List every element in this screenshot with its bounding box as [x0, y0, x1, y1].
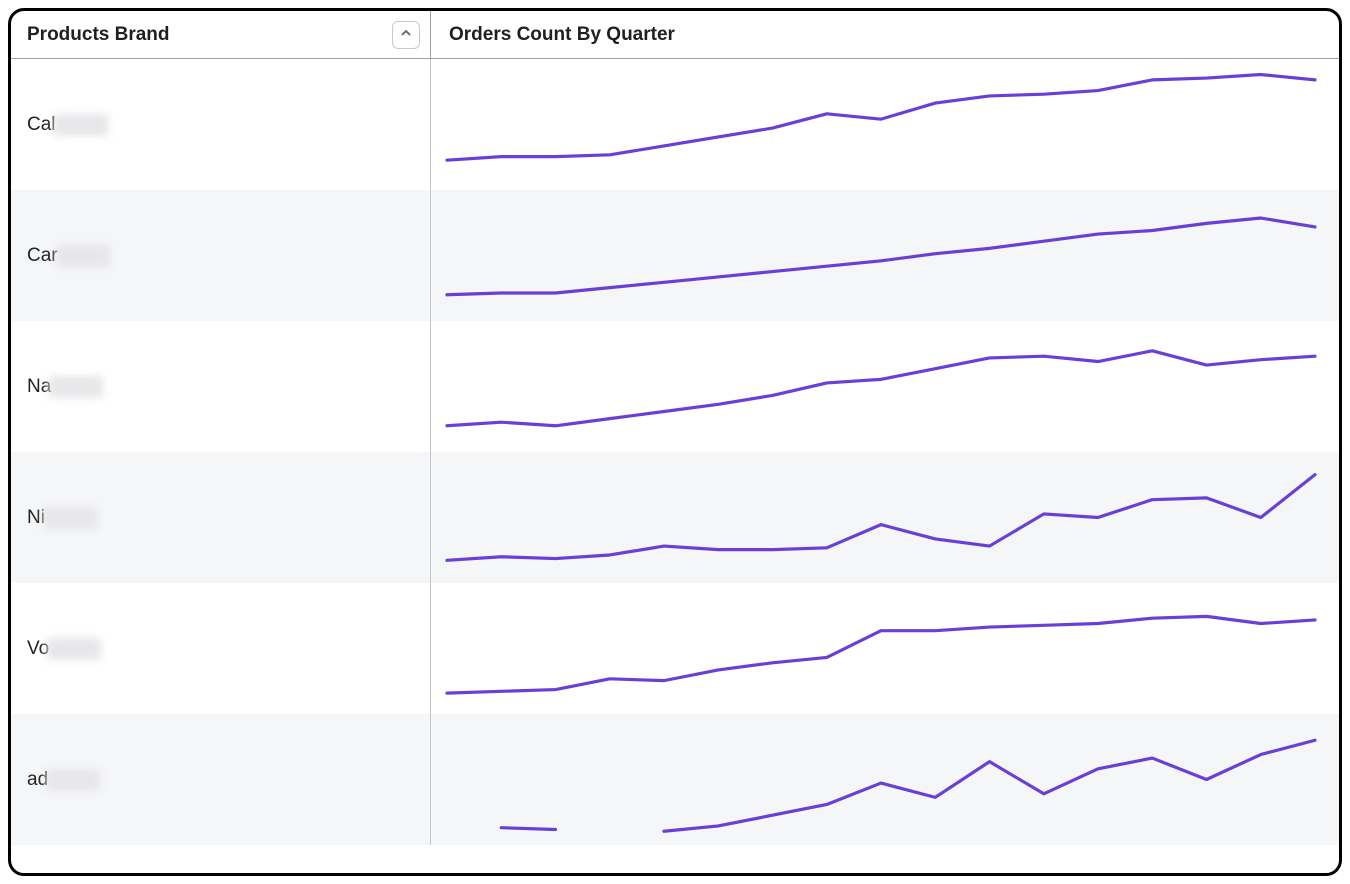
column-header-orders[interactable]: Orders Count By Quarter — [431, 11, 1339, 58]
sparkline-cell[interactable] — [431, 321, 1339, 452]
table-row: Cal — [11, 59, 1339, 190]
sparkline-cell[interactable] — [431, 190, 1339, 321]
sparkline-chart — [441, 458, 1321, 577]
row-label-cell[interactable]: Na — [11, 321, 431, 452]
table-row: Vo — [11, 583, 1339, 714]
brand-label: Car — [27, 245, 58, 267]
row-label-cell[interactable]: Vo — [11, 583, 431, 714]
row-label-cell[interactable]: Ni — [11, 452, 431, 583]
brand-label: Vo — [27, 638, 49, 660]
redacted-text — [49, 376, 103, 398]
redacted-text — [46, 769, 100, 791]
column-title-brand: Products Brand — [27, 24, 170, 46]
chevron-up-icon — [400, 26, 412, 44]
table-row: Car — [11, 190, 1339, 321]
table-header: Products Brand Orders Count By Quarter — [11, 11, 1339, 59]
table-row: Na — [11, 321, 1339, 452]
brand-label: ad — [27, 769, 48, 791]
column-title-orders: Orders Count By Quarter — [449, 24, 675, 46]
column-header-brand[interactable]: Products Brand — [11, 11, 431, 58]
sparkline-chart — [441, 720, 1321, 839]
row-label-cell[interactable]: ad — [11, 714, 431, 845]
row-label-cell[interactable]: Car — [11, 190, 431, 321]
redacted-text — [47, 638, 101, 660]
report-frame: Products Brand Orders Count By Quarter C… — [8, 8, 1342, 876]
table-row: Ni — [11, 452, 1339, 583]
table-body: Cal Car Na — [11, 59, 1339, 845]
sparkline-chart — [441, 589, 1321, 708]
redacted-text — [43, 507, 97, 529]
sparkline-chart — [441, 196, 1321, 315]
brand-label: Na — [27, 376, 51, 398]
redacted-text — [56, 245, 110, 267]
sparkline-chart — [441, 327, 1321, 446]
sparkline-cell[interactable] — [431, 59, 1339, 190]
row-label-cell[interactable]: Cal — [11, 59, 431, 190]
sort-button[interactable] — [392, 21, 420, 49]
sparkline-cell[interactable] — [431, 583, 1339, 714]
brand-label: Cal — [27, 114, 56, 136]
sparkline-cell[interactable] — [431, 452, 1339, 583]
sparkline-chart — [441, 65, 1321, 184]
table-row: ad — [11, 714, 1339, 845]
sparkline-cell[interactable] — [431, 714, 1339, 845]
redacted-text — [54, 114, 108, 136]
